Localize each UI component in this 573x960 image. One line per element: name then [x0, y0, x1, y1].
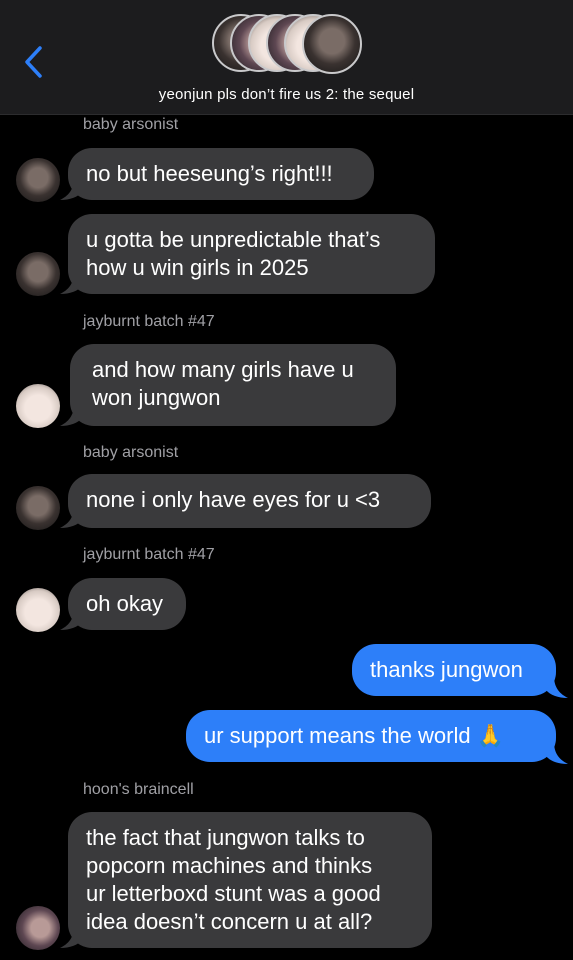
bubble-tail	[546, 742, 568, 764]
message-bubble[interactable]: none i only have eyes for u <3	[68, 474, 431, 528]
message-line: won jungwon	[92, 385, 221, 410]
message-line: no but heeseung’s right!!!	[86, 161, 333, 186]
message-line: u gotta be unpredictable that’s	[86, 227, 381, 252]
message-bubble-outgoing[interactable]: ur support means the world 🙏	[186, 710, 556, 762]
sender-name: hoon's braincell	[83, 781, 194, 798]
back-button[interactable]	[20, 44, 50, 80]
avatar[interactable]	[16, 486, 60, 530]
message-line: ur support means the world 🙏	[204, 723, 505, 748]
avatar[interactable]	[16, 384, 60, 428]
avatar[interactable]	[16, 158, 60, 202]
message-line: none i only have eyes for u <3	[86, 487, 381, 512]
group-avatar-stack[interactable]	[212, 14, 362, 76]
message-bubble[interactable]: and how many girls have u won jungwon	[70, 344, 396, 426]
group-name[interactable]: yeonjun pls don’t fire us 2: the sequel	[0, 86, 573, 103]
chevron-left-icon	[25, 46, 42, 78]
chat-header: yeonjun pls don’t fire us 2: the sequel	[0, 0, 573, 115]
message-line: the fact that jungwon talks to	[86, 825, 365, 850]
avatar[interactable]	[16, 588, 60, 632]
sender-name: baby arsonist	[83, 444, 179, 461]
message-line: thanks jungwon	[370, 657, 523, 682]
avatar[interactable]	[16, 906, 60, 950]
message-bubble[interactable]: no but heeseung’s right!!!	[68, 148, 374, 200]
message-line: popcorn machines and thinks	[86, 853, 373, 878]
message-bubble[interactable]: oh okay	[68, 578, 186, 630]
group-member-avatar	[302, 14, 362, 74]
sender-name: baby arsonist	[83, 116, 179, 133]
message-line: ur letterboxd stunt was a good	[86, 881, 381, 906]
message-bubble[interactable]: u gotta be unpredictable that’s how u wi…	[68, 214, 435, 294]
message-line: and how many girls have u	[92, 357, 354, 382]
message-bubble-outgoing[interactable]: thanks jungwon	[352, 644, 556, 696]
message-bubble[interactable]: the fact that jungwon talks to popcorn m…	[68, 812, 432, 948]
avatar[interactable]	[16, 252, 60, 296]
message-line: oh okay	[86, 591, 164, 616]
sender-name: jayburnt batch #47	[83, 546, 215, 563]
message-line: how u win girls in 2025	[86, 255, 309, 280]
bubble-tail	[546, 676, 568, 698]
message-line: idea doesn’t concern u at all?	[86, 909, 373, 934]
sender-name: jayburnt batch #47	[83, 313, 215, 330]
